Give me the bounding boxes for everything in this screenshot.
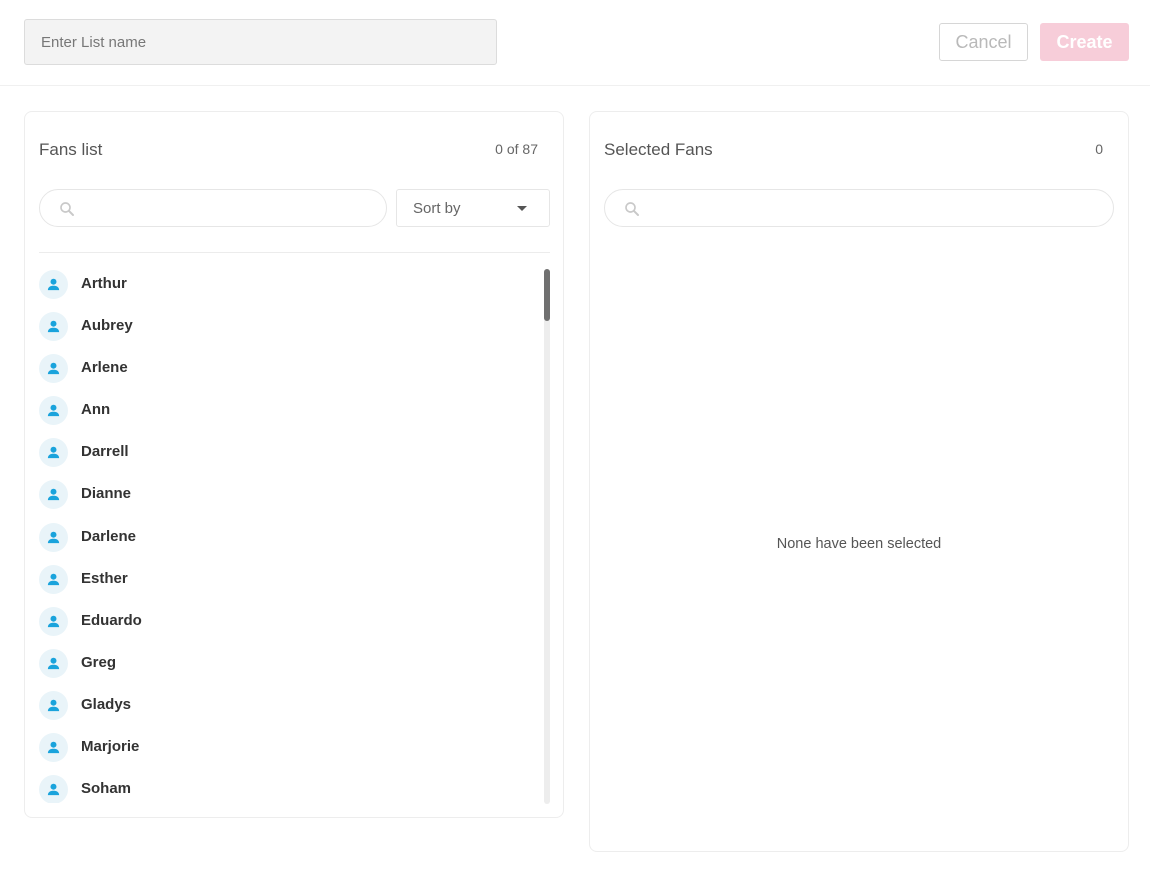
search-icon bbox=[625, 202, 639, 216]
fan-list-item[interactable]: Esther bbox=[39, 558, 539, 600]
fan-list: Arthur Aubrey Arlene Ann Darrell Dianne Darlen… bbox=[39, 263, 539, 803]
fan-name: Darlene bbox=[81, 527, 137, 545]
fan-list-item[interactable]: Darlene bbox=[39, 516, 539, 558]
fan-name: Soham bbox=[81, 780, 132, 798]
avatar bbox=[39, 312, 68, 342]
avatar bbox=[39, 354, 68, 384]
avatar bbox=[39, 606, 68, 636]
fan-list-item[interactable]: Aubrey bbox=[39, 305, 539, 347]
fan-name: Greg bbox=[81, 653, 117, 671]
user-icon bbox=[47, 699, 60, 712]
fan-list-scrollbar[interactable] bbox=[544, 269, 550, 804]
user-icon bbox=[47, 278, 60, 291]
selected-search-input[interactable] bbox=[649, 194, 1099, 222]
user-icon bbox=[47, 489, 60, 501]
user-icon bbox=[47, 573, 60, 585]
user-icon bbox=[47, 362, 60, 375]
selected-fans-panel: Selected Fans 0 None have been selected bbox=[589, 111, 1129, 852]
user-icon bbox=[47, 741, 60, 754]
fans-list-title: Fans list bbox=[39, 140, 103, 159]
avatar bbox=[39, 564, 68, 594]
fan-name: Dianne bbox=[81, 485, 132, 503]
avatar bbox=[39, 690, 68, 720]
search-icon bbox=[60, 202, 74, 216]
selected-fans-count: 0 bbox=[1095, 141, 1103, 157]
avatar bbox=[39, 480, 68, 510]
avatar bbox=[39, 775, 68, 803]
top-bar: Cancel Create bbox=[0, 0, 1150, 86]
avatar bbox=[39, 270, 68, 299]
fan-name: Aubrey bbox=[81, 317, 133, 335]
list-name-input[interactable] bbox=[24, 19, 497, 65]
user-icon bbox=[47, 404, 60, 417]
sort-by-dropdown[interactable]: Sort by bbox=[396, 189, 550, 227]
avatar bbox=[39, 522, 68, 552]
selected-search-box[interactable] bbox=[604, 189, 1114, 227]
fan-list-item[interactable]: Soham bbox=[39, 768, 539, 803]
caret-down-icon bbox=[517, 206, 527, 211]
fan-list-item[interactable]: Dianne bbox=[39, 473, 539, 515]
sort-by-label: Sort by bbox=[413, 200, 461, 217]
avatar bbox=[39, 733, 68, 763]
fan-name: Ann bbox=[81, 401, 111, 419]
fan-name: Arthur bbox=[81, 275, 127, 292]
user-icon bbox=[47, 657, 60, 669]
fan-list-item[interactable]: Darrell bbox=[39, 431, 539, 473]
selected-fans-title: Selected Fans bbox=[604, 140, 713, 159]
empty-selection-message: None have been selected bbox=[776, 536, 942, 552]
fan-list-item[interactable]: Greg bbox=[39, 642, 539, 684]
user-icon bbox=[47, 447, 60, 459]
fans-search-input[interactable] bbox=[84, 194, 372, 222]
fan-list-item[interactable]: Arthur bbox=[39, 263, 539, 305]
fans-list-panel: Fans list 0 of 87 Sort by Arthur Aubrey Ar… bbox=[24, 111, 564, 818]
fan-name: Eduardo bbox=[81, 611, 142, 629]
fan-list-item[interactable]: Gladys bbox=[39, 684, 539, 726]
cancel-button[interactable]: Cancel bbox=[939, 23, 1028, 61]
user-icon bbox=[47, 531, 60, 543]
fan-name: Esther bbox=[81, 569, 128, 587]
avatar bbox=[39, 438, 68, 468]
fan-name: Darrell bbox=[81, 443, 129, 461]
fan-list-item[interactable]: Eduardo bbox=[39, 600, 539, 642]
fan-list-item[interactable]: Arlene bbox=[39, 347, 539, 389]
divider bbox=[39, 252, 550, 253]
avatar bbox=[39, 648, 68, 678]
fan-name: Gladys bbox=[81, 695, 132, 713]
fan-list-item[interactable]: Marjorie bbox=[39, 726, 539, 768]
fan-name: Arlene bbox=[81, 359, 128, 377]
scrollbar-thumb[interactable] bbox=[544, 269, 550, 321]
fan-list-item[interactable]: Ann bbox=[39, 389, 539, 431]
user-icon bbox=[47, 320, 60, 333]
user-icon bbox=[47, 783, 60, 796]
avatar bbox=[39, 396, 68, 426]
fan-name: Marjorie bbox=[81, 738, 140, 756]
user-icon bbox=[47, 615, 60, 627]
create-button[interactable]: Create bbox=[1040, 23, 1129, 61]
fans-list-count: 0 of 87 bbox=[495, 141, 538, 157]
fans-search-box[interactable] bbox=[39, 189, 387, 227]
